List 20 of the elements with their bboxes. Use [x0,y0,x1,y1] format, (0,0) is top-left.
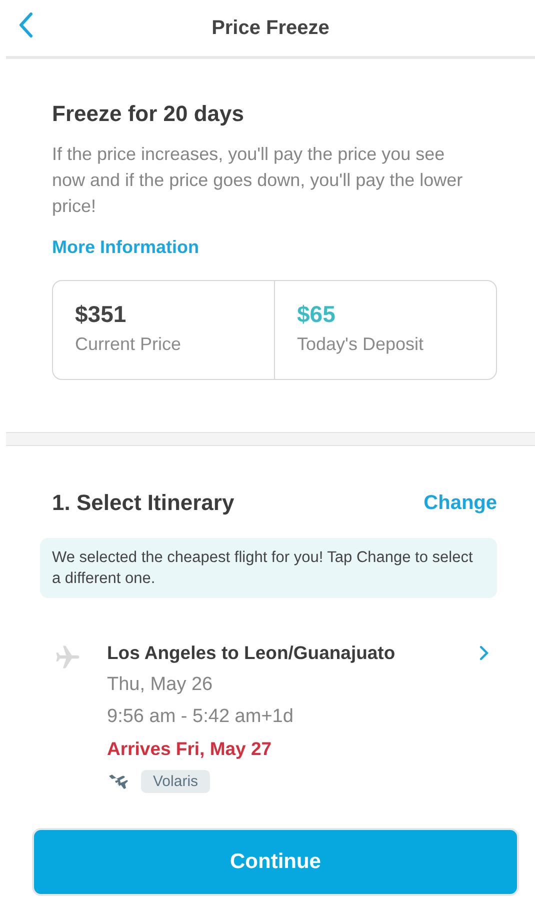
airline-tag: Volaris [141,770,210,793]
flight-date: Thu, May 26 [107,674,214,696]
flight-route[interactable]: Los Angeles to Leon/Guanajuato [107,642,396,664]
section-title: Freeze for 20 days [52,101,245,127]
price-amount: $65 [297,301,336,328]
page-title: Price Freeze [212,16,330,40]
change-link[interactable]: Change [424,492,497,514]
notice-text: We selected the cheapest flight for you! Tap Change to select a different one. [40,538,497,598]
continue-button[interactable]: Continue [32,828,519,896]
price-label: Current Price [75,334,182,355]
chevron-right-icon[interactable] [479,645,489,661]
airline-icon [107,772,129,792]
price-amount: $351 [75,301,128,328]
description-text: If the price increases, you'll pay the price you see now and if the price goes down, you'll pay the lower price! [52,143,464,218]
flight-times: 9:56 am - 5:42 am+1d [107,706,294,728]
back-icon[interactable] [19,12,33,38]
price-label: Today's Deposit [297,334,425,355]
more-information-link[interactable]: More Information [52,237,467,258]
arrival-date: Arrives Fri, May 27 [107,738,273,760]
section-title: 1. Select Itinerary [52,490,234,516]
